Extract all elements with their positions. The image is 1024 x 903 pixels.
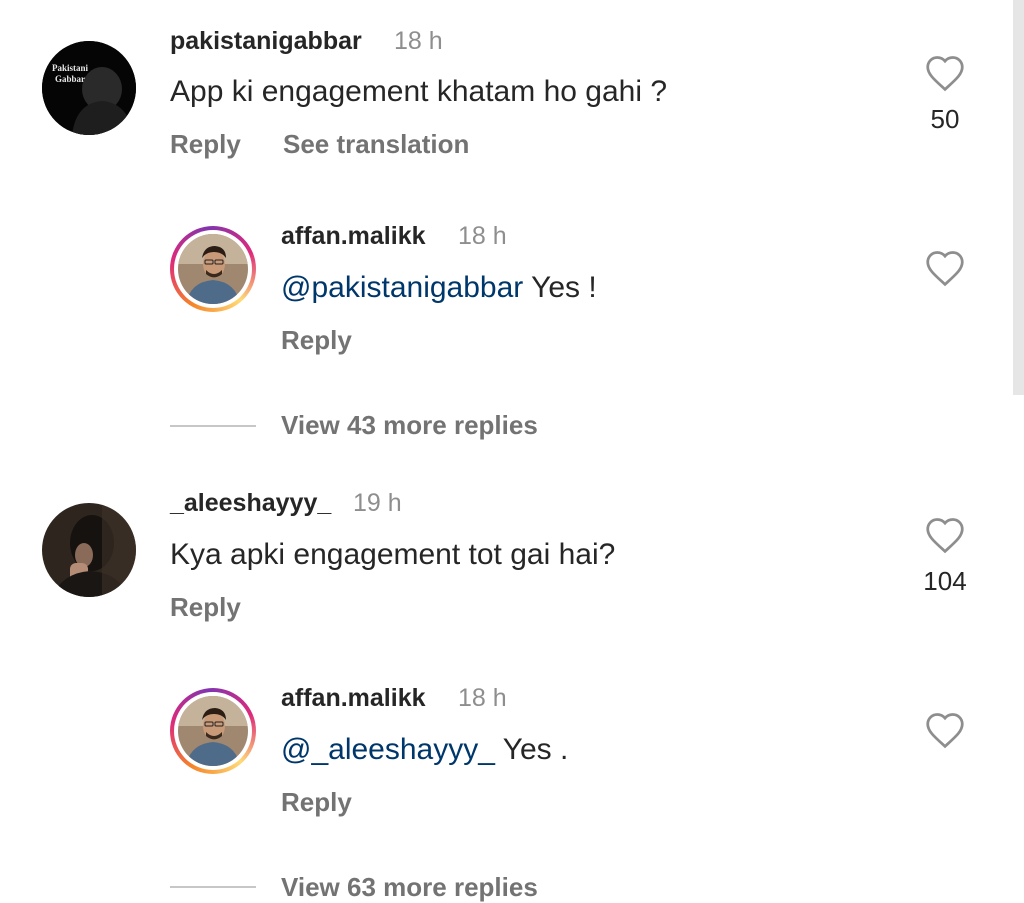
divider-line [170, 425, 256, 427]
view-more-replies-button[interactable]: View 43 more replies [281, 410, 538, 441]
hooded-figure-image: Pakistani Gabbar [42, 41, 136, 135]
heart-outline-icon[interactable] [924, 249, 966, 287]
profile-photo [42, 503, 136, 597]
reply-timestamp: 18 h [458, 222, 507, 250]
heart-outline-icon[interactable] [924, 711, 966, 749]
reply-text: @pakistanigabbar Yes ! [281, 271, 597, 305]
comment-username[interactable]: _aleeshayyy_ [170, 489, 331, 518]
reply-text: @_aleeshayyy_ Yes . [281, 733, 568, 767]
divider-line [170, 886, 256, 888]
reply-button[interactable]: Reply [281, 787, 352, 818]
reply-button[interactable]: Reply [281, 325, 352, 356]
avatar-logo-text: Pakistani [52, 63, 89, 73]
reply-username[interactable]: affan.malikk [281, 222, 426, 251]
like-count: 50 [930, 104, 960, 134]
view-more-replies-button[interactable]: View 63 more replies [281, 872, 538, 903]
avatar[interactable] [42, 503, 136, 597]
comment-username[interactable]: pakistanigabbar [170, 27, 362, 56]
reply-username[interactable]: affan.malikk [281, 684, 426, 713]
heart-outline-icon[interactable] [924, 516, 966, 554]
reply-button[interactable]: Reply [170, 129, 241, 160]
avatar[interactable] [178, 234, 248, 304]
see-translation-button[interactable]: See translation [283, 129, 469, 160]
comment-timestamp: 18 h [394, 27, 443, 55]
comment-timestamp: 19 h [353, 489, 402, 517]
reply-button[interactable]: Reply [170, 592, 241, 623]
profile-photo [178, 696, 248, 766]
comment-text: Kya apki engagement tot gai hai? [170, 538, 616, 571]
avatar-logo-text: Gabbar [55, 74, 85, 84]
reply-body: Yes ! [523, 271, 597, 304]
reply-body: Yes . [494, 733, 569, 766]
profile-photo [178, 234, 248, 304]
mention-link[interactable]: @_aleeshayyy_ [281, 733, 495, 766]
comment-text: App ki engagement khatam ho gahi ? [170, 75, 668, 108]
avatar-story-ring[interactable] [170, 688, 256, 774]
reply-timestamp: 18 h [458, 684, 507, 712]
mention-link[interactable]: @pakistanigabbar [281, 271, 523, 304]
like-count: 104 [923, 566, 967, 596]
avatar[interactable]: Pakistani Gabbar [42, 41, 136, 135]
avatar[interactable] [178, 696, 248, 766]
scrollbar[interactable] [1013, 0, 1024, 395]
avatar-story-ring[interactable] [170, 226, 256, 312]
heart-outline-icon[interactable] [924, 54, 966, 92]
